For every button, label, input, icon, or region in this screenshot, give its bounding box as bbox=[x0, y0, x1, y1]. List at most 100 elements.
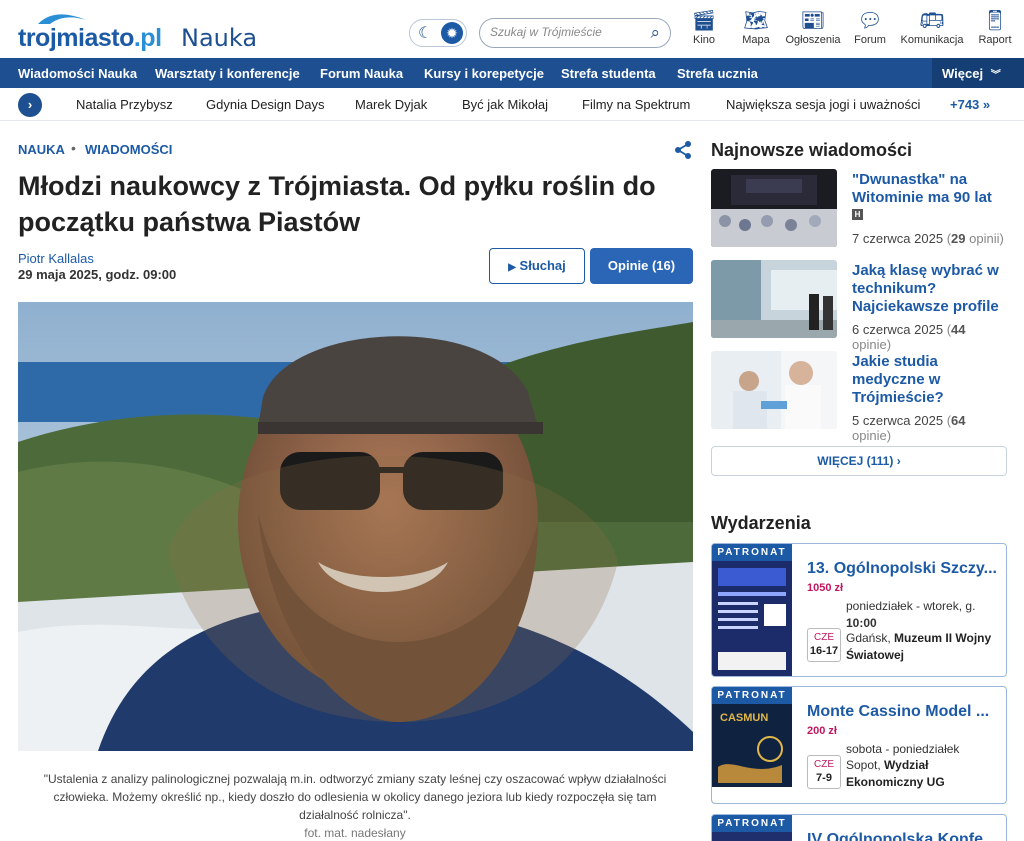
more-news-label: WIĘCEJ bbox=[817, 454, 864, 468]
event-card[interactable]: PATRONAT IV Ogólnopolska Konfe... bbox=[711, 814, 1007, 841]
share-icon[interactable] bbox=[673, 140, 693, 160]
top-link-ogloszenia[interactable]: 📰︎ Ogłoszenia bbox=[784, 8, 842, 46]
photo-illustration bbox=[18, 302, 693, 751]
news-date: 6 czerwca 2025 bbox=[852, 322, 944, 337]
nav-item-warsztaty[interactable]: Warsztaty i konferencje bbox=[155, 66, 300, 81]
event-city: Sopot, bbox=[846, 758, 881, 772]
event-poster[interactable]: CASMUN PATRONAT bbox=[712, 687, 792, 803]
theme-toggle[interactable]: ☾ ✹ bbox=[409, 19, 467, 47]
gear-icon[interactable]: ✹ bbox=[441, 22, 463, 44]
event-city: Gdańsk, bbox=[846, 631, 891, 645]
news-thumbnail-image bbox=[711, 169, 837, 247]
breadcrumb-separator: • bbox=[71, 140, 76, 156]
nav-item-forum[interactable]: Forum Nauka bbox=[320, 66, 403, 81]
news-item[interactable]: "Dwunastka" na Witominie ma 90 lat H 7 c… bbox=[711, 169, 1007, 249]
top-link-label: Mapa bbox=[742, 34, 770, 46]
play-icon: ▶ bbox=[508, 262, 516, 273]
chevron-right-icon: › bbox=[896, 454, 901, 468]
patronage-badge: PATRONAT bbox=[712, 687, 792, 704]
chevron-right-icon[interactable]: › bbox=[18, 93, 42, 117]
svg-text:CASMUN: CASMUN bbox=[720, 712, 768, 724]
event-place: Gdańsk, Muzeum II Wojny Światowej bbox=[846, 630, 1004, 664]
chevron-down-icon: ︾ bbox=[990, 70, 1001, 81]
bus-icon: 🚌︎ bbox=[919, 10, 945, 32]
news-meta: 5 czerwca 2025 (64 opinie) bbox=[852, 413, 966, 443]
event-poster-image: CASMUN bbox=[712, 687, 792, 803]
news-meta: 6 czerwca 2025 (44 opinie) bbox=[852, 322, 966, 352]
opinions-button[interactable]: Opinie (16) bbox=[590, 248, 693, 284]
trending-item[interactable]: Największa sesja jogi i uważności bbox=[726, 97, 920, 112]
nav-item-strefa-ucznia[interactable]: Strefa ucznia bbox=[677, 66, 758, 81]
news-opinions-count: 44 bbox=[951, 322, 966, 337]
top-link-label: Ogłoszenia bbox=[785, 34, 841, 46]
event-price: 200 zł bbox=[807, 725, 837, 737]
trending-more-count[interactable]: +743 » bbox=[950, 97, 990, 112]
trending-item[interactable]: Natalia Przybysz bbox=[76, 97, 173, 112]
trending-bar: › Natalia Przybysz Gdynia Design Days Ma… bbox=[0, 88, 1024, 121]
news-date: 7 czerwca 2025 bbox=[852, 231, 944, 246]
news-date: 5 czerwca 2025 bbox=[852, 413, 944, 428]
site-header: trojmiasto.pl Nauka ☾ ✹ ⌕ 🎬︎ Kino 🗺︎ Map… bbox=[0, 0, 1024, 58]
listen-button[interactable]: ▶ Słuchaj bbox=[489, 248, 585, 284]
top-link-label: Komunikacja bbox=[900, 34, 964, 46]
search-input[interactable] bbox=[490, 25, 640, 39]
top-link-label: Forum bbox=[854, 34, 886, 46]
trending-item[interactable]: Marek Dyjak bbox=[355, 97, 427, 112]
breadcrumb-nauka[interactable]: NAUKA bbox=[18, 142, 65, 157]
news-title[interactable]: Jaką klasę wybrać w technikum? Najciekaw… bbox=[852, 262, 1007, 316]
moon-icon[interactable]: ☾ bbox=[418, 23, 432, 43]
news-thumbnail[interactable] bbox=[711, 169, 837, 247]
chat-icon: 💬︎ bbox=[857, 10, 883, 32]
article-photo[interactable] bbox=[18, 302, 693, 751]
nav-item-wiadomosci[interactable]: Wiadomości Nauka bbox=[18, 66, 137, 81]
trending-item[interactable]: Być jak Mikołaj bbox=[462, 97, 548, 112]
news-item[interactable]: Jakie studia medyczne w Trójmieście? 5 c… bbox=[711, 351, 1007, 443]
news-opinions-count: 64 bbox=[951, 413, 966, 428]
top-link-kino[interactable]: 🎬︎ Kino bbox=[690, 8, 718, 46]
event-days: 7-9 bbox=[816, 772, 832, 784]
event-title[interactable]: IV Ogólnopolska Konfe... bbox=[807, 831, 1003, 841]
search-icon[interactable]: ⌕ bbox=[650, 23, 660, 43]
news-item[interactable]: Jaką klasę wybrać w technikum? Najciekaw… bbox=[711, 260, 1007, 352]
top-link-label: Kino bbox=[692, 34, 716, 46]
event-price: 1050 zł bbox=[807, 582, 844, 594]
event-poster[interactable]: PATRONAT bbox=[712, 544, 792, 676]
more-news-button[interactable]: WIĘCEJ (111) › bbox=[711, 446, 1007, 476]
event-card[interactable]: CASMUN PATRONAT Monte Cassino Model ... … bbox=[711, 686, 1007, 804]
site-logo[interactable]: trojmiasto.pl bbox=[18, 10, 162, 52]
breadcrumb-wiadomosci[interactable]: WIADOMOŚCI bbox=[85, 142, 172, 157]
section-title[interactable]: Nauka bbox=[181, 24, 257, 52]
search-box[interactable]: ⌕ bbox=[479, 18, 671, 48]
trending-item[interactable]: Filmy na Spektrum bbox=[582, 97, 690, 112]
event-title[interactable]: Monte Cassino Model ... bbox=[807, 703, 1003, 721]
top-link-forum[interactable]: 💬︎ Forum bbox=[852, 8, 888, 46]
classifieds-icon: 📰︎ bbox=[800, 10, 826, 32]
event-date-box: CZE 7-9 bbox=[807, 755, 841, 789]
trending-item[interactable]: Gdynia Design Days bbox=[206, 97, 325, 112]
nav-item-strefa-studenta[interactable]: Strefa studenta bbox=[561, 66, 656, 81]
event-date-box: CZE 16-17 bbox=[807, 628, 841, 662]
top-link-label: Raport bbox=[978, 34, 1012, 46]
article-title: Młodzi naukowcy z Trójmiasta. Od pyłku r… bbox=[18, 171, 656, 237]
event-card[interactable]: PATRONAT 13. Ogólnopolski Szczy... 1050 … bbox=[711, 543, 1007, 677]
event-days-text: poniedziałek - wtorek, g. bbox=[846, 599, 976, 613]
nav-more-label: Więcej bbox=[942, 66, 984, 81]
top-link-raport[interactable]: 📱︎ Raport bbox=[976, 8, 1014, 46]
news-thumbnail[interactable] bbox=[711, 351, 837, 429]
top-link-komunikacja[interactable]: 🚌︎ Komunikacja bbox=[899, 8, 965, 46]
news-title[interactable]: Jakie studia medyczne w Trójmieście? bbox=[852, 353, 1007, 407]
event-poster-image bbox=[712, 544, 792, 676]
news-opinions-count: 29 bbox=[951, 231, 966, 246]
article-author[interactable]: Piotr Kallalas bbox=[18, 251, 94, 266]
news-thumbnail[interactable] bbox=[711, 260, 837, 338]
event-poster[interactable]: PATRONAT bbox=[712, 815, 792, 841]
photo-caption: "Ustalenia z analizy palinologicznej poz… bbox=[43, 772, 667, 822]
listen-label: Słuchaj bbox=[519, 258, 566, 273]
news-title[interactable]: "Dwunastka" na Witominie ma 90 lat bbox=[852, 171, 1007, 207]
top-link-mapa[interactable]: 🗺︎ Mapa bbox=[740, 8, 772, 46]
nav-item-kursy[interactable]: Kursy i korepetycje bbox=[424, 66, 544, 81]
nav-more-button[interactable]: Więcej ︾ bbox=[932, 58, 1024, 88]
patronage-badge: PATRONAT bbox=[712, 815, 792, 832]
event-title[interactable]: 13. Ogólnopolski Szczy... bbox=[807, 560, 1003, 578]
events-heading: Wydarzenia bbox=[711, 513, 811, 533]
